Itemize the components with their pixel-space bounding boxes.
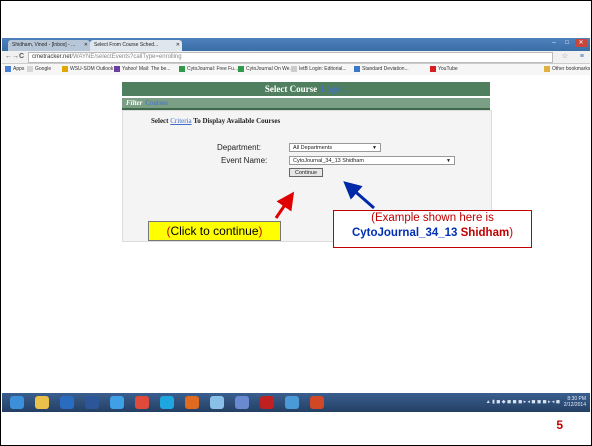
example-callout: (Example shown here is CytoJournal_34_13… (333, 210, 532, 248)
example-close-paren: ) (509, 227, 514, 239)
slide-number: 5 (556, 418, 563, 432)
example-line1: (Example shown here is (371, 212, 494, 224)
callout-close-paren: ) (258, 224, 263, 238)
callout-click-text: Click to continue (170, 224, 259, 238)
example-event: CytoJournal_34_13 (351, 227, 458, 239)
red-arrow (274, 191, 295, 219)
click-to-continue-callout: (Click to continue) (148, 221, 281, 241)
example-name: Shidham (460, 227, 510, 239)
blue-arrow (343, 181, 375, 210)
